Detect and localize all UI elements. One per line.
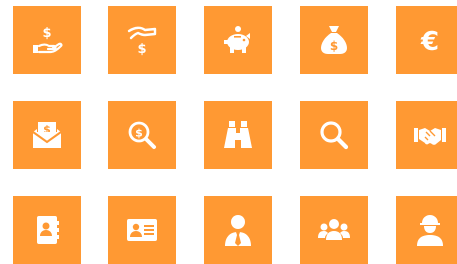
tile-search[interactable]: [300, 101, 368, 169]
tile-money-envelope[interactable]: $: [13, 101, 81, 169]
svg-text:$: $: [137, 42, 146, 57]
worker-helmet-icon: [413, 213, 447, 247]
hand-holding-dollar-icon: $: [30, 23, 64, 57]
money-envelope-icon: $: [30, 118, 64, 152]
tile-worker-helmet[interactable]: [396, 196, 457, 264]
tile-hand-receiving-dollar[interactable]: $: [108, 6, 176, 74]
team-icon: [317, 213, 351, 247]
svg-text:$: $: [135, 127, 143, 140]
money-bag-icon: $: [317, 23, 351, 57]
piggy-bank-icon: [221, 23, 255, 57]
tile-businessman[interactable]: [204, 196, 272, 264]
svg-text:$: $: [42, 26, 51, 41]
tile-hand-holding-dollar[interactable]: $: [13, 6, 81, 74]
tile-piggy-bank[interactable]: [204, 6, 272, 74]
businessman-icon: [221, 213, 255, 247]
hand-receiving-dollar-icon: $: [125, 23, 159, 57]
tile-money-bag[interactable]: $: [300, 6, 368, 74]
address-book-icon: [30, 213, 64, 247]
tile-handshake[interactable]: [396, 101, 457, 169]
tile-euro[interactable]: €: [396, 6, 457, 74]
svg-text:€: €: [420, 27, 439, 57]
tile-binoculars[interactable]: [204, 101, 272, 169]
dollar-search-icon: $: [125, 118, 159, 152]
id-card-icon: [125, 213, 159, 247]
search-icon: [317, 118, 351, 152]
svg-text:$: $: [330, 39, 338, 53]
tile-team[interactable]: [300, 196, 368, 264]
tile-id-card[interactable]: [108, 196, 176, 264]
euro-icon: €: [413, 23, 447, 57]
tile-address-book[interactable]: [13, 196, 81, 264]
tile-dollar-search[interactable]: $: [108, 101, 176, 169]
handshake-icon: [413, 118, 447, 152]
binoculars-icon: [221, 118, 255, 152]
